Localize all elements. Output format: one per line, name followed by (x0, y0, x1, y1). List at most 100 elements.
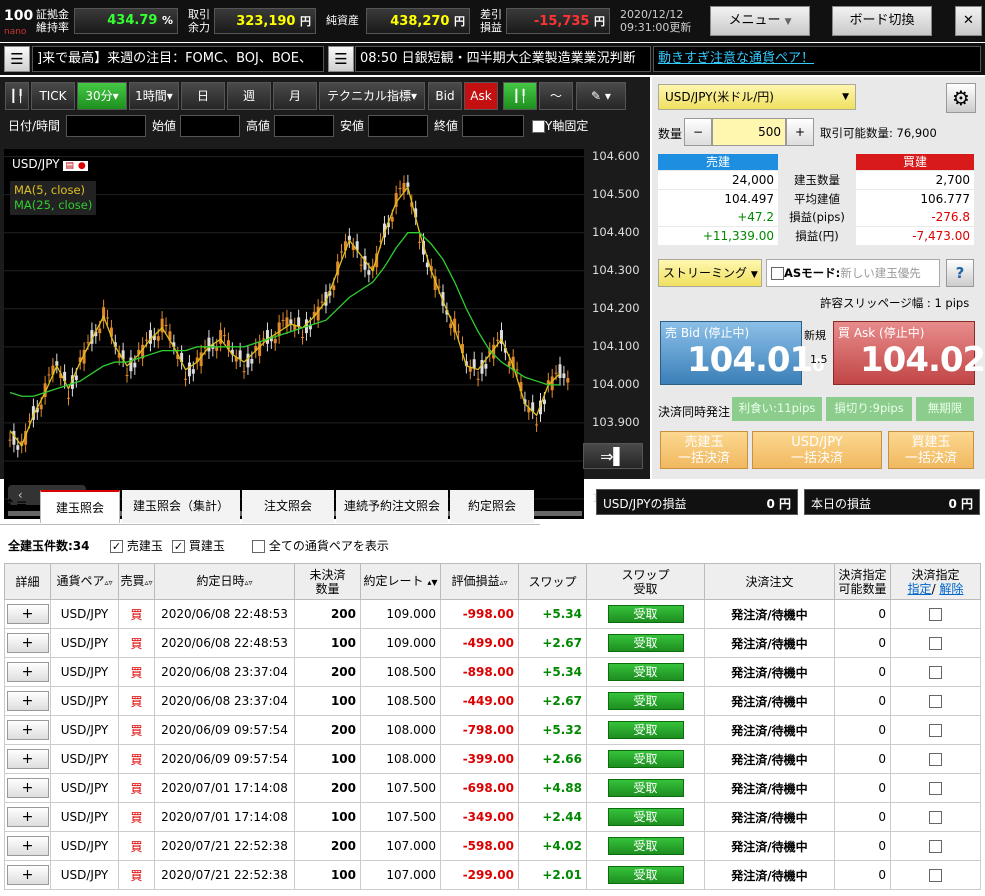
tab-30min[interactable]: 30分▾ (77, 82, 127, 110)
settle-checkbox[interactable] (929, 666, 942, 679)
tab-day[interactable]: 日 (181, 82, 225, 110)
settle-checkbox[interactable] (929, 869, 942, 882)
board-switch-button[interactable]: ボード切換 (832, 6, 932, 36)
gear-icon[interactable]: ⚙ (946, 83, 976, 113)
ask-button[interactable]: 買 Ask (停止中) 104.025 (833, 321, 985, 385)
bulk-settle-pair-button[interactable]: USD/JPY 一括決済 (752, 431, 882, 469)
settle-checkbox[interactable] (929, 811, 942, 824)
select-link[interactable]: 指定 (908, 582, 932, 596)
y-axis-fix[interactable]: Y軸固定 (532, 117, 588, 134)
cell-settle[interactable] (890, 715, 981, 745)
swap-receive-button[interactable]: 受取 (607, 634, 684, 652)
all-pairs-filter[interactable]: 全ての通貨ペアを表示 (252, 537, 389, 554)
cell-settle[interactable] (890, 686, 981, 716)
settle-checkbox[interactable] (929, 724, 942, 737)
swap-receive-button[interactable]: 受取 (607, 663, 684, 681)
qty-minus-button[interactable]: − (684, 118, 712, 146)
buy-position-filter[interactable]: ✓ 買建玉 (172, 537, 225, 554)
settle-checkbox[interactable] (929, 637, 942, 650)
buy-checkbox[interactable]: ✓ (172, 540, 185, 553)
detail-button[interactable]: + (6, 633, 49, 653)
sort-icon[interactable]: ↑≡ (4, 497, 27, 513)
detail-button[interactable]: + (6, 778, 49, 798)
cell-detail[interactable]: + (4, 744, 51, 774)
jump-latest-button[interactable]: ⇒▌ (583, 443, 643, 469)
tab-continuous-orders[interactable]: 連続予約注文照会 (336, 490, 448, 523)
cell-detail[interactable]: + (4, 715, 51, 745)
tab-1hour[interactable]: 1時間▾ (129, 82, 179, 110)
tab-executions[interactable]: 約定照会 (450, 490, 534, 523)
detail-button[interactable]: + (6, 749, 49, 769)
news-list-icon-2[interactable]: ☰ (328, 46, 354, 72)
col-date[interactable]: 約定日時▵▿ (154, 563, 295, 600)
settle-checkbox[interactable] (929, 695, 942, 708)
technical-indicator-select[interactable]: テクニカル指標▾ (319, 82, 425, 110)
tab-positions[interactable]: 建玉照会 (40, 490, 120, 523)
cell-detail[interactable]: + (4, 802, 51, 832)
detail-button[interactable]: + (6, 865, 49, 885)
bid-toggle[interactable]: Bid (428, 82, 462, 110)
candlestick-chart-icon[interactable]: ┃╿ (503, 82, 537, 110)
pair-select[interactable]: USD/JPY(米ドル/円) ▼ (658, 84, 856, 110)
price-chart[interactable]: USD/JPY ▤● MA(5, close) MA(25, close) ‹⚲… (4, 149, 584, 519)
col-pl[interactable]: 評価損益▵▿ (440, 563, 519, 600)
tab-positions-summary[interactable]: 建玉照会（集計） (122, 490, 240, 523)
swap-receive-button[interactable]: 受取 (607, 692, 684, 710)
detail-button[interactable]: + (6, 662, 49, 682)
menu-button[interactable]: メニュー ▼ (710, 6, 810, 36)
sell-position-filter[interactable]: ✓ 売建玉 (110, 537, 163, 554)
stop-loss-button[interactable]: 損切り:9pips (826, 397, 912, 421)
cell-settle[interactable] (890, 831, 981, 861)
close-button[interactable]: ✕ (955, 6, 982, 36)
detail-button[interactable]: + (6, 604, 49, 624)
col-pair[interactable]: 通貨ペア▵▿ (50, 563, 119, 600)
clear-link[interactable]: 解除 (939, 582, 963, 596)
y-axis-fix-checkbox[interactable] (532, 120, 545, 133)
cell-settle[interactable] (890, 744, 981, 774)
help-button[interactable]: ? (946, 259, 974, 287)
tab-orders[interactable]: 注文照会 (242, 490, 334, 523)
cell-detail[interactable]: + (4, 773, 51, 803)
as-mode-field[interactable]: ASモード:新しい建玉優先 (766, 259, 940, 287)
ask-toggle[interactable]: Ask (464, 82, 498, 110)
bulk-settle-sell-button[interactable]: 売建玉 一括決済 (660, 431, 748, 469)
detail-button[interactable]: + (6, 720, 49, 740)
candle-icon[interactable]: ┃╿ (5, 82, 29, 110)
col-qty[interactable]: 未決済 数量 (294, 563, 361, 600)
swap-receive-button[interactable]: 受取 (607, 779, 684, 797)
news-item-1[interactable]: ]来で最高】来週の注目：FOMC、BOJ、BOE、 (32, 46, 324, 72)
detail-button[interactable]: + (6, 807, 49, 827)
take-profit-button[interactable]: 利食い:11pips (732, 397, 822, 421)
qty-plus-button[interactable]: + (786, 118, 814, 146)
tab-month[interactable]: 月 (273, 82, 317, 110)
news-link[interactable]: 動きすぎ注意な通貨ペア！ (653, 46, 981, 72)
tab-week[interactable]: 週 (227, 82, 271, 110)
cell-detail[interactable]: + (4, 860, 51, 890)
settle-checkbox[interactable] (929, 840, 942, 853)
col-rate[interactable]: 約定レート ▴▼ (360, 563, 441, 600)
settle-checkbox[interactable] (929, 782, 942, 795)
news-item-2[interactable]: 08:50 日銀短観・四半期大企業製造業業況判断 (355, 46, 651, 72)
swap-receive-button[interactable]: 受取 (607, 605, 684, 623)
no-limit-button[interactable]: 無期限 (916, 397, 974, 421)
tab-tick[interactable]: TICK (31, 82, 75, 110)
cell-settle[interactable] (890, 802, 981, 832)
swap-receive-button[interactable]: 受取 (607, 866, 684, 884)
sell-checkbox[interactable]: ✓ (110, 540, 123, 553)
cell-detail[interactable]: + (4, 657, 51, 687)
settle-checkbox[interactable] (929, 608, 942, 621)
detail-button[interactable]: + (6, 691, 49, 711)
line-chart-icon[interactable]: 〜 (539, 82, 573, 110)
streaming-select[interactable]: ストリーミング ▼ (658, 259, 762, 287)
swap-receive-button[interactable]: 受取 (607, 750, 684, 768)
news-list-icon[interactable]: ☰ (4, 46, 30, 72)
detail-button[interactable]: + (6, 836, 49, 856)
cell-detail[interactable]: + (4, 628, 51, 658)
cell-detail[interactable]: + (4, 599, 51, 629)
cell-settle[interactable] (890, 860, 981, 890)
cell-settle[interactable] (890, 628, 981, 658)
cell-detail[interactable]: + (4, 686, 51, 716)
swap-receive-button[interactable]: 受取 (607, 721, 684, 739)
swap-receive-button[interactable]: 受取 (607, 837, 684, 855)
cell-settle[interactable] (890, 657, 981, 687)
